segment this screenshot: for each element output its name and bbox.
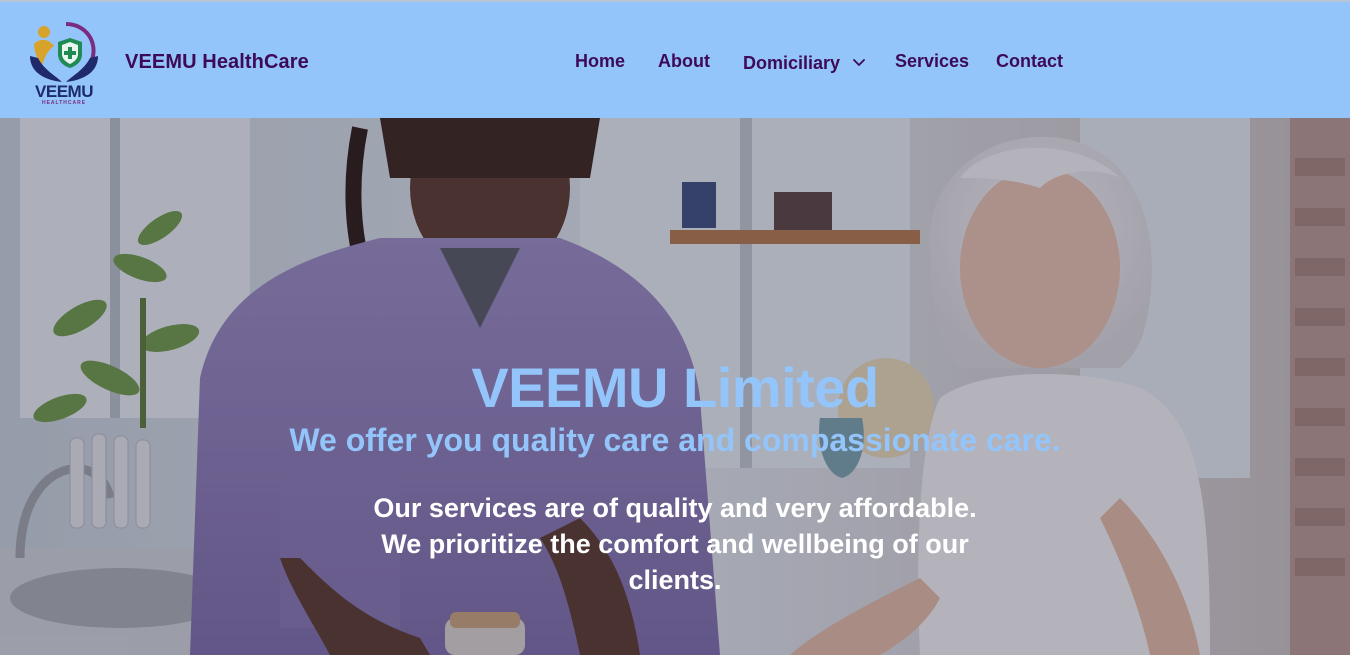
- nav-domiciliary-label: Domiciliary: [743, 53, 841, 73]
- site-header: VEEMU HEALTHCARE VEEMU HealthCare Home A…: [0, 0, 1350, 118]
- chevron-down-icon: [853, 51, 865, 72]
- logo-text: VEEMU: [35, 82, 93, 101]
- hero-content: VEEMU Limited We offer you quality care …: [0, 118, 1350, 655]
- nav-services[interactable]: Services: [895, 51, 969, 72]
- hero-description: Our services are of quality and very aff…: [373, 493, 977, 595]
- main-nav: Home About Domiciliary Services Contact: [0, 51, 1350, 75]
- hero-title: VEEMU Limited: [471, 356, 879, 419]
- page: VEEMU HEALTHCARE VEEMU HealthCare Home A…: [0, 0, 1350, 655]
- hero-tagline: We offer you quality care and compassion…: [289, 422, 1061, 458]
- nav-domiciliary[interactable]: Domiciliary: [743, 51, 865, 74]
- nav-home[interactable]: Home: [575, 51, 625, 72]
- nav-contact[interactable]: Contact: [996, 51, 1063, 72]
- nav-home-label: Home: [575, 51, 626, 71]
- nav-services-label: Services: [895, 51, 970, 71]
- nav-contact-label: Contact: [996, 51, 1063, 71]
- logo-subtext: HEALTHCARE: [41, 100, 87, 106]
- nav-about-label: About: [658, 51, 710, 71]
- nav-about[interactable]: About: [658, 51, 710, 72]
- hero-section: VEEMU Limited We offer you quality care …: [0, 118, 1350, 655]
